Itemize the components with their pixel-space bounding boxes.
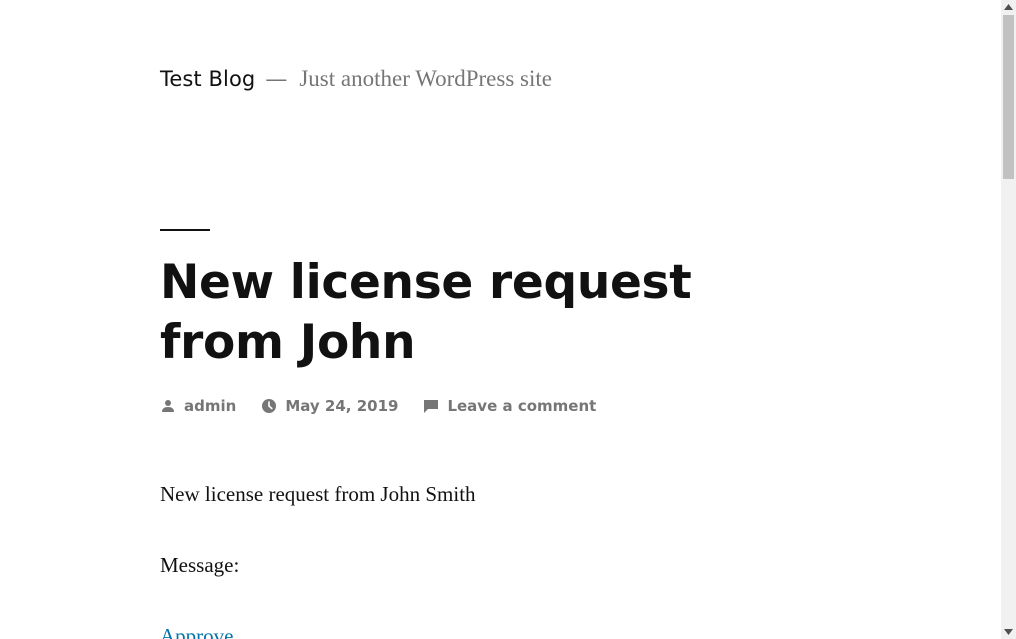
author-link[interactable]: admin (184, 397, 236, 415)
vertical-scrollbar[interactable] (1001, 0, 1016, 639)
post-date: May 24, 2019 (261, 397, 398, 415)
post-meta: admin May 24, 2019 Leave a comment (160, 397, 621, 415)
post-comments: Leave a comment (423, 397, 596, 415)
page: Test Blog — Just another WordPress site … (0, 0, 1001, 639)
scroll-down-arrow-icon[interactable] (1001, 625, 1016, 639)
content-paragraph: New license request from John Smith (160, 482, 476, 506)
content-message-label: Message: (160, 553, 240, 577)
site-description: Just another WordPress site (299, 66, 552, 91)
scrollbar-thumb[interactable] (1003, 15, 1014, 179)
content-approve-paragraph: Approve (160, 620, 233, 639)
comment-bubble-icon (424, 400, 439, 413)
clock-icon (262, 399, 277, 413)
approve-link[interactable]: Approve (160, 624, 233, 639)
site-branding: Test Blog — Just another WordPress site (160, 66, 552, 92)
site-title-link[interactable]: Test Blog (160, 67, 255, 91)
site-title-separator: — (265, 67, 288, 92)
post-author: admin (160, 397, 236, 415)
scroll-up-arrow-icon[interactable] (1001, 0, 1016, 14)
post-title: New license request from John (160, 255, 692, 370)
person-icon (162, 400, 174, 412)
date-link[interactable]: May 24, 2019 (285, 397, 398, 415)
title-divider (160, 229, 210, 231)
leave-comment-link[interactable]: Leave a comment (447, 397, 596, 415)
